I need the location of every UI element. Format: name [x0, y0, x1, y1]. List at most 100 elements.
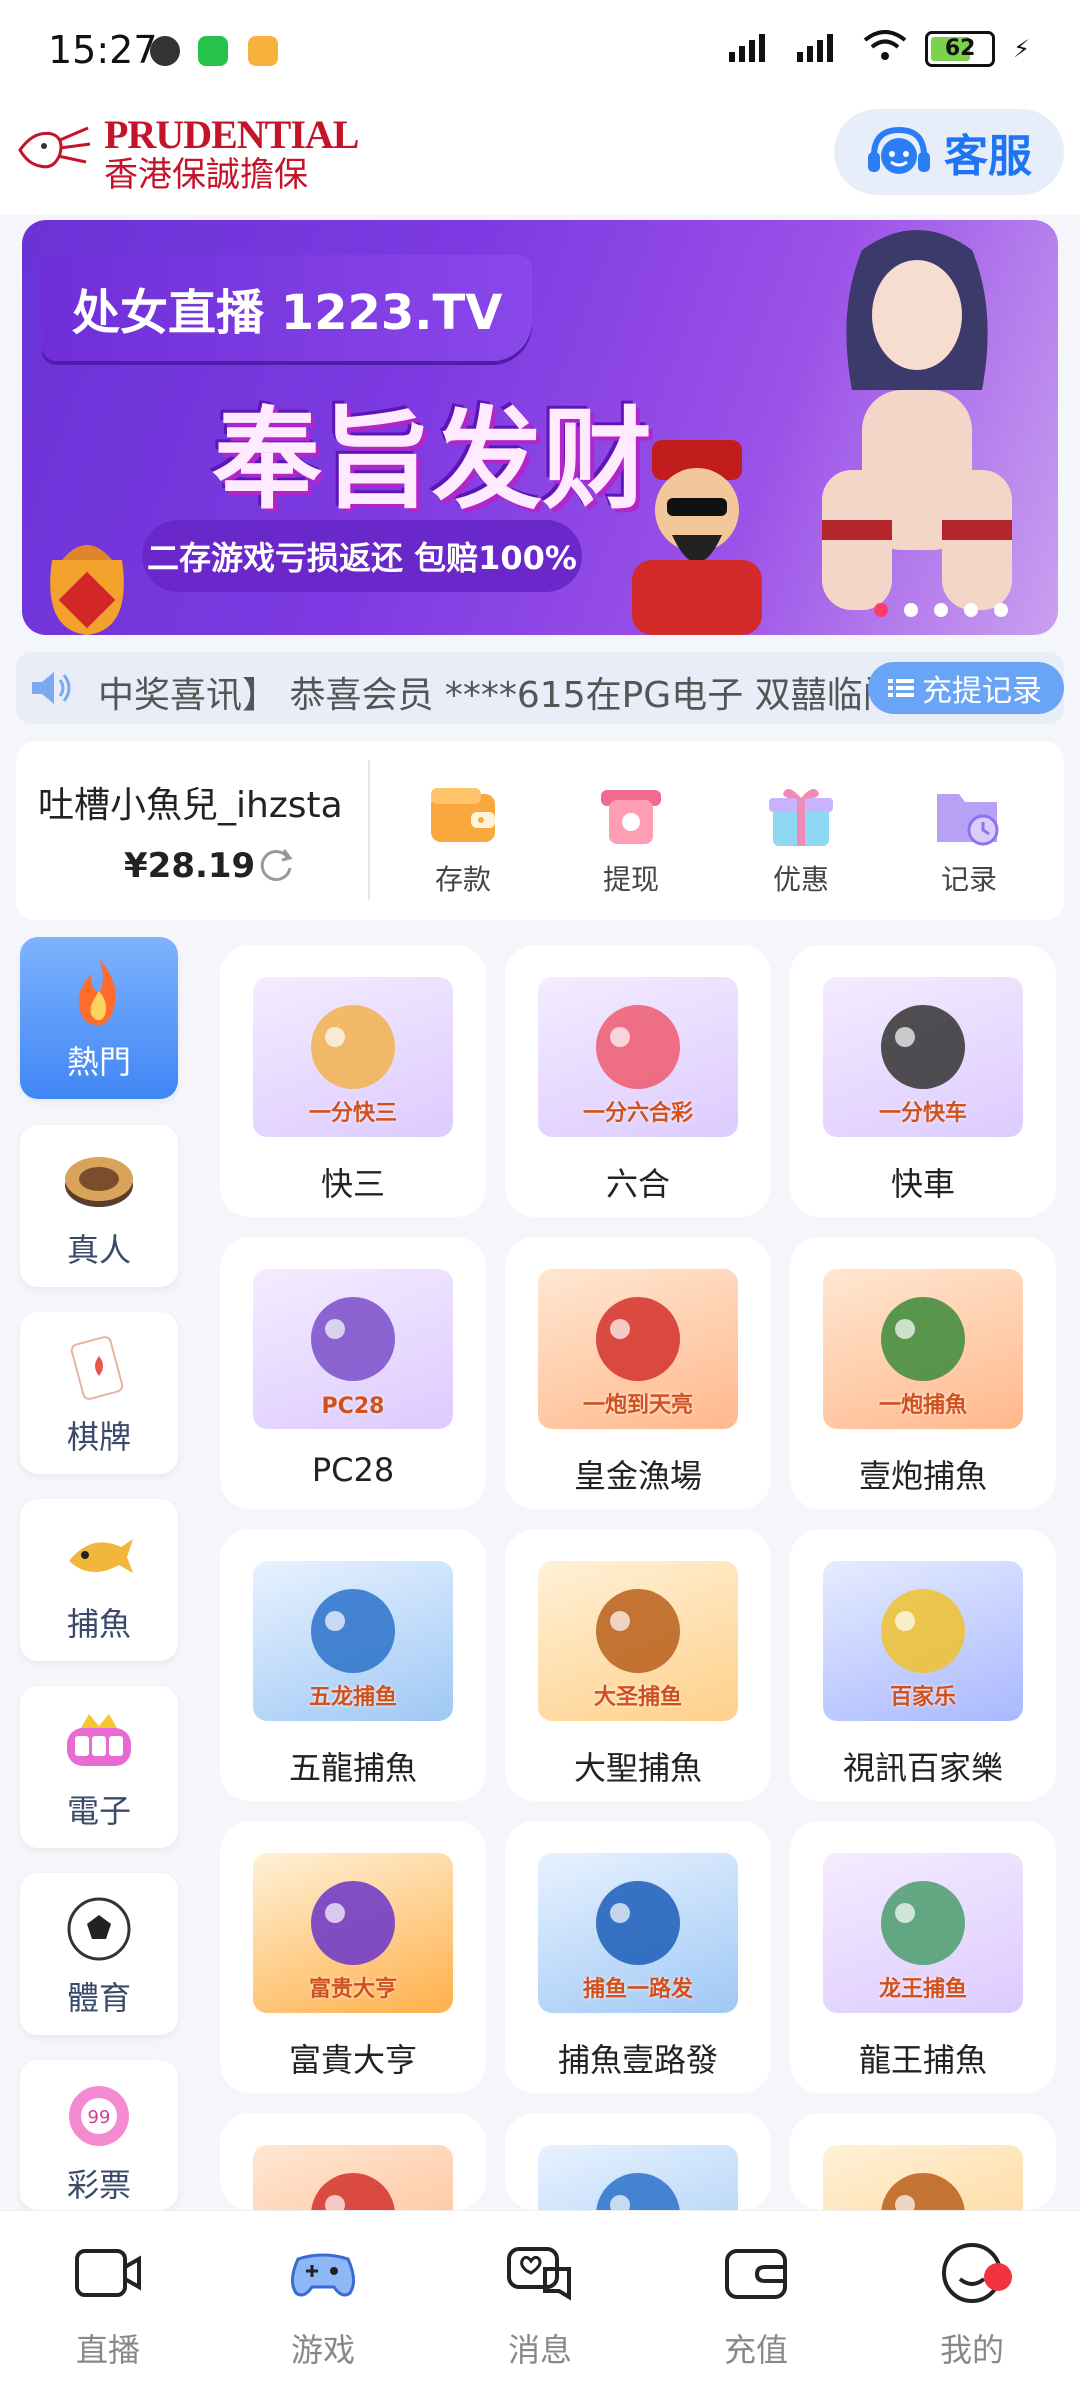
pagination-dot[interactable] — [964, 603, 978, 617]
pagination-dot[interactable] — [904, 603, 918, 617]
promotions-button[interactable]: 优惠 — [746, 780, 856, 898]
soccer-ball-icon — [67, 1897, 131, 1961]
game-card[interactable]: 龙王捕鱼 龍王捕魚 — [790, 1821, 1056, 2093]
battery-icon: 62 — [925, 31, 996, 67]
balance: ¥28.19 — [124, 846, 256, 886]
game-thumbnail: 大圣捕鱼 — [538, 1561, 738, 1721]
refresh-icon[interactable] — [256, 844, 296, 884]
logo-text-cn: 香港保誠擔保 — [104, 155, 308, 195]
category-tab-lottery[interactable]: 99 彩票 — [20, 2060, 178, 2210]
banner-headline: 奉旨发财 — [212, 396, 652, 524]
category-tab-live[interactable]: 真人 — [20, 1125, 178, 1287]
shark-icon — [69, 1539, 133, 1573]
announcement-bar: 中奖喜讯】 恭喜会员 ****615在PG电子 双囍临门 充提记录 — [16, 652, 1064, 724]
game-thumbnail-text: 百家乐 — [889, 1685, 956, 1710]
game-card[interactable]: 百家乐 視訊百家樂 — [790, 1529, 1056, 1801]
banner-tag: 处女直播 1223.TV — [42, 255, 533, 361]
withdraw-icon — [601, 790, 661, 844]
game-thumbnail-text: PC28 — [321, 1394, 385, 1419]
game-card[interactable]: 大圣捕鱼 大聖捕魚 — [505, 1529, 771, 1801]
flame-icon — [78, 959, 116, 1025]
category-tab-cards[interactable]: 棋牌 — [20, 1312, 178, 1474]
wifi-icon — [863, 30, 907, 68]
camera-icon — [75, 2249, 141, 2297]
username: 吐槽小魚兒_ihzsta — [38, 785, 343, 826]
wallet-icon — [725, 2249, 787, 2299]
game-card[interactable]: 富贵大亨 富貴大亨 — [220, 1821, 486, 2093]
list-icon — [888, 679, 914, 697]
game-label: 大聖捕魚 — [573, 1749, 702, 1787]
pagination-dot[interactable] — [934, 603, 948, 617]
game-card[interactable]: 五龙捕鱼 五龍捕魚 — [220, 1529, 486, 1801]
signal-icon — [795, 30, 845, 68]
category-tab-sports[interactable]: 體育 — [20, 1873, 178, 2035]
game-label: 皇金漁場 — [573, 1457, 702, 1495]
category-tab-fishing[interactable]: 捕魚 — [20, 1499, 178, 1661]
records-button[interactable]: 充提记录 — [868, 662, 1064, 714]
game-thumbnail: 五龙捕鱼 — [253, 1561, 453, 1721]
nav-recharge[interactable]: 充值 — [676, 2241, 836, 2371]
customer-service-button[interactable]: 客服 — [834, 109, 1064, 195]
money-bag-icon — [50, 545, 124, 635]
game-thumbnail: 百家乐 — [823, 1561, 1023, 1721]
game-thumbnail: PC28 — [253, 1269, 453, 1429]
game-label: 五龍捕魚 — [288, 1749, 417, 1787]
game-thumbnail: 捕鱼一路发 — [538, 1853, 738, 2013]
nav-games[interactable]: 游戏 — [243, 2241, 403, 2371]
nav-live[interactable]: 直播 — [28, 2241, 188, 2371]
withdraw-button[interactable]: 提现 — [576, 780, 686, 898]
category-tab-hot[interactable]: 熱門 — [20, 937, 178, 1099]
game-card[interactable]: PC28 PC28 — [220, 1237, 486, 1509]
bottom-nav: 直播 游戏 消息 充值 我的 — [0, 2210, 1080, 2401]
nav-messages[interactable]: 消息 — [460, 2241, 620, 2371]
game-label: 快車 — [890, 1165, 955, 1203]
promo-banner[interactable]: 处女直播 1223.TV 奉旨发财 二存游戏亏损返还 包赔100% — [22, 220, 1058, 635]
game-thumbnail-text: 一炮到天亮 — [582, 1393, 693, 1418]
deposit-button[interactable]: 存款 — [408, 780, 518, 898]
wechat-icon — [198, 36, 228, 66]
game-card[interactable]: 一分快车 快車 — [790, 945, 1056, 1217]
status-time: 15:27 — [48, 28, 158, 72]
game-card[interactable]: 捕鱼一路发 捕魚壹路發 — [505, 1821, 771, 2093]
game-thumbnail: 一分快三 — [253, 977, 453, 1137]
game-card[interactable] — [220, 2113, 486, 2305]
status-indicators: 62 ⚡ — [727, 30, 1030, 68]
user-card: 吐槽小魚兒_ihzsta ¥28.19 存款 提现 优惠 记录 — [16, 742, 1064, 920]
game-thumbnail-text: 大圣捕鱼 — [593, 1685, 682, 1710]
pagination-dot[interactable] — [874, 603, 888, 617]
game-thumbnail-text: 捕鱼一路发 — [582, 1977, 693, 2002]
records-label: 充提记录 — [922, 674, 1042, 709]
pagination-dot[interactable] — [994, 603, 1008, 617]
game-card[interactable]: 一炮到天亮 皇金漁場 — [505, 1237, 771, 1509]
svg-text:99: 99 — [88, 2107, 111, 2128]
game-thumbnail: 龙王捕鱼 — [823, 1853, 1023, 2013]
banner-character — [822, 230, 1012, 610]
game-thumbnail-text: 一分快车 — [878, 1101, 967, 1126]
charging-icon: ⚡ — [1013, 35, 1030, 63]
game-thumbnail-text: 一炮捕魚 — [878, 1393, 967, 1418]
nav-profile[interactable]: 我的 — [892, 2241, 1052, 2371]
game-thumbnail-text: 一分快三 — [308, 1101, 397, 1126]
record-folder-icon — [937, 794, 999, 846]
notification-badge — [984, 2263, 1012, 2291]
game-card[interactable]: 一炮捕魚 壹炮捕魚 — [790, 1237, 1056, 1509]
game-card[interactable]: 一分快三 快三 — [220, 945, 486, 1217]
lion-logo-icon — [18, 126, 91, 169]
category-tab-slots[interactable]: 電子 — [20, 1686, 178, 1848]
game-label: PC28 — [311, 1451, 395, 1489]
speaker-icon — [32, 672, 71, 704]
game-card[interactable] — [790, 2113, 1056, 2305]
game-thumbnail: 富贵大亨 — [253, 1853, 453, 2013]
records-nav-button[interactable]: 记录 — [914, 780, 1024, 898]
game-label: 快三 — [320, 1165, 385, 1203]
app-header: PRUDENTIAL 香港保誠擔保 客服 — [0, 105, 1080, 215]
gamepad-icon — [291, 2253, 355, 2297]
game-card[interactable]: 一分六合彩 六合 — [505, 945, 771, 1217]
game-thumbnail: 一炮捕魚 — [823, 1269, 1023, 1429]
game-thumbnail-text: 五龙捕鱼 — [308, 1685, 397, 1710]
game-label: 六合 — [605, 1165, 670, 1203]
game-card[interactable] — [505, 2113, 771, 2305]
banner-pagination — [874, 603, 1008, 617]
chat-icon — [507, 2247, 571, 2301]
game-thumbnail: 一分快车 — [823, 977, 1023, 1137]
